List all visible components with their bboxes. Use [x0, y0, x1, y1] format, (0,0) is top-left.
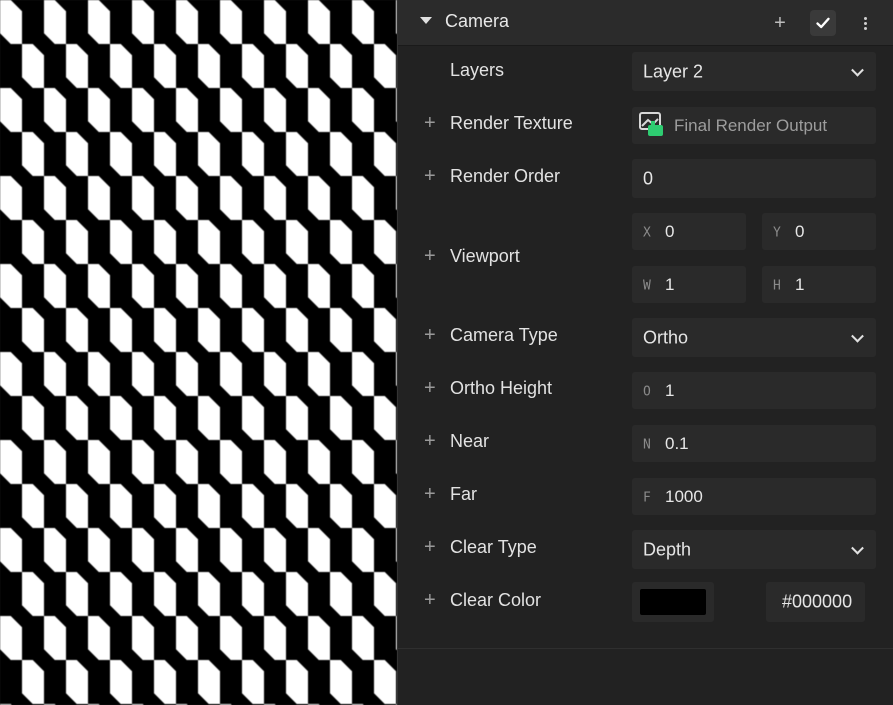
near-label: Near	[450, 431, 490, 451]
add-property-button[interactable]: +	[767, 10, 793, 36]
clear-type-select[interactable]: Depth	[632, 530, 876, 569]
clear-type-label: Clear Type	[450, 537, 537, 557]
layers-value: Layer 2	[643, 61, 704, 81]
panel-divider	[398, 648, 893, 649]
plus-icon: +	[774, 11, 786, 34]
add-camera-type-button[interactable]: +	[424, 325, 436, 345]
near-value: 0.1	[665, 433, 689, 453]
clear-color-label: Clear Color	[450, 590, 542, 610]
clear-color-hex-input[interactable]: #000000	[766, 582, 865, 622]
ortho-height-prefix: O	[643, 383, 651, 399]
viewport-x-value: 0	[665, 221, 675, 241]
viewport-label: Viewport	[450, 246, 520, 266]
viewport-y-prefix: Y	[773, 224, 781, 240]
camera-type-label: Camera Type	[450, 325, 558, 345]
add-render-texture-button[interactable]: +	[424, 113, 436, 133]
add-far-button[interactable]: +	[424, 484, 436, 504]
component-title: Camera	[445, 11, 510, 31]
camera-component-header[interactable]: Camera +	[398, 0, 893, 46]
render-order-value: 0	[643, 168, 654, 188]
render-texture-icon	[639, 112, 663, 136]
viewport-h-value: 1	[795, 274, 805, 294]
chevron-down-icon	[851, 329, 864, 343]
add-near-button[interactable]: +	[424, 431, 436, 451]
far-prefix: F	[643, 489, 651, 505]
more-vertical-icon	[863, 16, 867, 30]
near-prefix: N	[643, 436, 651, 452]
add-ortho-height-button[interactable]: +	[424, 378, 436, 398]
clear-color-hex-value: #000000	[782, 591, 853, 612]
viewport-w-prefix: W	[643, 277, 651, 293]
more-options-button[interactable]	[852, 10, 878, 36]
add-clear-type-button[interactable]: +	[424, 537, 436, 557]
scene-viewport[interactable]	[0, 0, 397, 705]
render-texture-value: Final Render Output	[674, 115, 828, 135]
enable-component-toggle[interactable]	[810, 10, 836, 36]
camera-type-select[interactable]: Ortho	[632, 318, 876, 357]
near-input[interactable]: N 0.1	[632, 425, 876, 462]
ortho-height-value: 1	[665, 380, 675, 400]
viewport-x-prefix: X	[643, 224, 651, 240]
far-label: Far	[450, 484, 477, 504]
checkmark-icon	[816, 17, 830, 29]
camera-type-value: Ortho	[643, 327, 689, 347]
viewport-y-input[interactable]: Y 0	[762, 213, 876, 250]
layers-label: Layers	[450, 60, 505, 80]
add-viewport-button[interactable]: +	[424, 246, 436, 266]
clear-color-swatch	[640, 589, 706, 615]
viewport-x-input[interactable]: X 0	[632, 213, 746, 250]
ortho-height-label: Ortho Height	[450, 378, 553, 398]
far-input[interactable]: F 1000	[632, 478, 876, 515]
clear-color-swatch-button[interactable]	[632, 582, 714, 622]
viewport-h-input[interactable]: H 1	[762, 266, 876, 303]
layers-select[interactable]: Layer 2	[632, 52, 876, 91]
chevron-down-icon	[851, 541, 864, 555]
render-order-label: Render Order	[450, 166, 561, 186]
inspector-panel: Camera + Layers Layer 2 + Render Texture…	[397, 0, 893, 705]
render-texture-label: Render Texture	[450, 113, 573, 133]
chevron-down-icon	[851, 63, 864, 77]
viewport-w-input[interactable]: W 1	[632, 266, 746, 303]
far-value: 1000	[665, 486, 703, 506]
add-render-order-button[interactable]: +	[424, 166, 436, 186]
ortho-height-input[interactable]: O 1	[632, 372, 876, 409]
clear-type-value: Depth	[643, 539, 692, 559]
viewport-h-prefix: H	[773, 277, 781, 293]
viewport-w-value: 1	[665, 274, 675, 294]
caret-down-icon[interactable]	[420, 17, 432, 24]
render-texture-field[interactable]: Final Render Output	[632, 107, 876, 144]
viewport-y-value: 0	[795, 221, 805, 241]
add-clear-color-button[interactable]: +	[424, 590, 436, 610]
render-order-input[interactable]: 0	[632, 159, 876, 198]
